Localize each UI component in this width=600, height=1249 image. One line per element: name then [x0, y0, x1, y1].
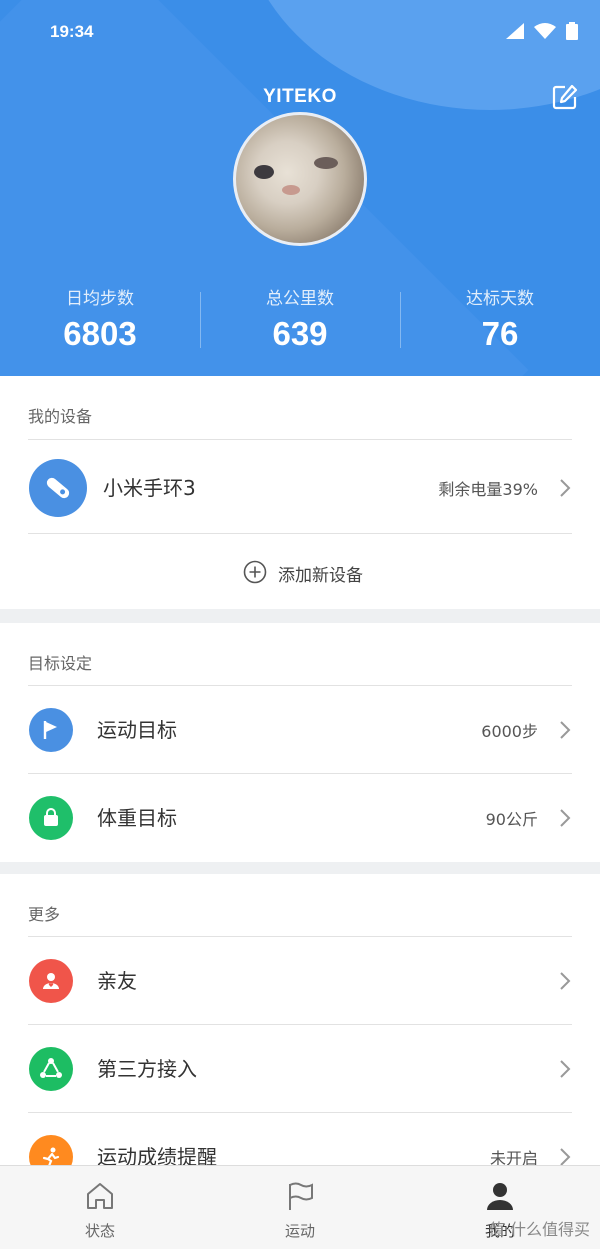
third-party-icon — [29, 1047, 73, 1091]
flag-icon — [289, 1182, 313, 1210]
edit-profile-icon[interactable] — [552, 84, 578, 110]
section-title-more: 更多 — [28, 905, 61, 924]
nav-label: 状态 — [84, 1222, 115, 1240]
more-row-friends[interactable]: 亲友 — [0, 937, 600, 1025]
watermark: 值 什么值得买 — [488, 1220, 590, 1239]
nav-label: 运动 — [284, 1222, 315, 1240]
more-section: 更多 亲友 第三方接入 运动成绩提醒 未开启 — [0, 874, 600, 1179]
goal-value: 6000步 — [481, 722, 538, 741]
nav-tab-status[interactable]: 状态 — [0, 1166, 200, 1249]
profile-header: 19:34 YITEKO 日均步数 6803 总公里数 639 达标天数 76 — [0, 0, 600, 376]
stats-row: 日均步数 6803 总公里数 639 达标天数 76 — [0, 284, 600, 354]
stat-total-km: 总公里数 639 — [200, 284, 400, 354]
status-icons — [506, 22, 578, 40]
signal-icon — [506, 23, 524, 39]
section-title-devices: 我的设备 — [28, 407, 93, 426]
home-icon — [87, 1183, 113, 1209]
chevron-right-icon — [560, 479, 571, 497]
goals-section: 目标设定 运动目标 6000步 体重目标 90公斤 — [0, 623, 600, 862]
stat-label: 日均步数 — [66, 289, 134, 309]
chevron-right-icon — [560, 972, 571, 990]
chevron-right-icon — [560, 809, 571, 827]
device-name: 小米手环3 — [103, 476, 196, 500]
avatar[interactable] — [233, 112, 367, 246]
chevron-right-icon — [560, 721, 571, 739]
goal-row-exercise[interactable]: 运动目标 6000步 — [0, 686, 600, 774]
stat-daily-steps: 日均步数 6803 — [0, 284, 200, 354]
more-row-third-party[interactable]: 第三方接入 — [0, 1025, 600, 1113]
friends-icon — [29, 959, 73, 1003]
chevron-right-icon — [560, 1060, 571, 1078]
status-bar: 19:34 — [0, 0, 600, 64]
more-label: 亲友 — [97, 969, 137, 993]
device-row-mi-band[interactable]: 小米手环3 剩余电量39% — [0, 444, 600, 532]
add-circle-icon — [243, 560, 267, 584]
goal-value: 90公斤 — [485, 810, 538, 829]
nav-tab-exercise[interactable]: 运动 — [200, 1166, 400, 1249]
wifi-icon — [534, 23, 556, 39]
bag-weight-icon — [29, 796, 73, 840]
goal-label: 运动目标 — [97, 718, 177, 742]
stat-label: 达标天数 — [466, 289, 534, 309]
goal-row-weight[interactable]: 体重目标 90公斤 — [0, 774, 600, 862]
stat-label: 总公里数 — [266, 289, 334, 309]
add-device-label: 添加新设备 — [278, 566, 363, 586]
divider — [28, 439, 572, 440]
band-device-icon — [29, 459, 87, 517]
stat-value: 76 — [481, 315, 519, 352]
section-title-goals: 目标设定 — [28, 654, 93, 673]
stat-value: 6803 — [63, 315, 137, 352]
add-device-button[interactable]: 添加新设备 — [0, 537, 600, 607]
status-time: 19:34 — [50, 22, 94, 41]
battery-level: 剩余电量39% — [438, 480, 538, 499]
profile-name: YITEKO — [263, 86, 337, 107]
battery-icon — [566, 22, 578, 40]
stat-value: 639 — [272, 315, 328, 352]
goal-label: 体重目标 — [97, 806, 177, 830]
divider — [28, 533, 572, 534]
person-icon — [487, 1183, 513, 1210]
flag-goal-icon — [29, 708, 73, 752]
more-label: 第三方接入 — [97, 1057, 197, 1081]
stat-goal-days: 达标天数 76 — [400, 284, 600, 354]
